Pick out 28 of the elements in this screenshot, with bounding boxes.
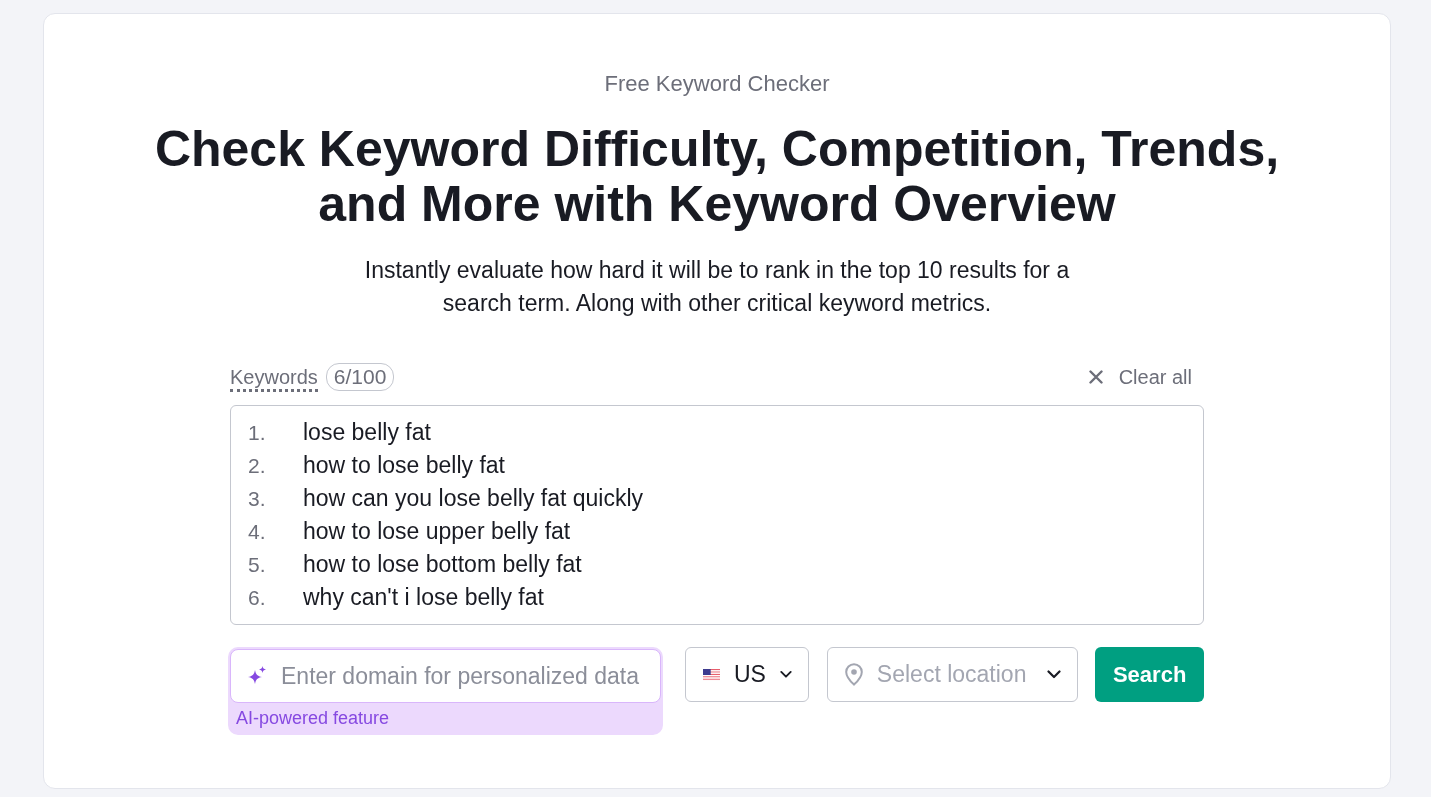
keyword-line: how to lose upper belly fat (303, 518, 571, 545)
keyword-line: lose belly fat (303, 419, 431, 446)
close-icon (1088, 370, 1103, 384)
country-select[interactable]: US (684, 647, 809, 702)
ai-feature-note: AI-powered feature (235, 707, 391, 730)
us-flag-icon (702, 667, 720, 682)
line-number: 1. (248, 420, 267, 445)
domain-input-field[interactable]: Enter domain for personalized data (230, 649, 661, 703)
keywords-textarea[interactable]: 1. lose belly fat 2. how to lose belly fat 3. how can you lose belly fat quickly 4. how to lose upper belly fat 5. how to lose bottom belly fat 6. why can't i lose belly fat (230, 405, 1204, 625)
keyword-line: why can't i lose belly fat (303, 584, 544, 611)
line-number: 5. (248, 552, 267, 577)
keyword-count: 6/100 (325, 363, 395, 391)
chevron-down-icon (1047, 670, 1062, 679)
page-title: Check Keyword Difficulty, Competition, Trends, and More with Keyword Overview (153, 122, 1281, 232)
search-button[interactable]: Search (1095, 647, 1204, 702)
location-pin-icon (844, 663, 863, 686)
line-number: 4. (248, 519, 267, 544)
chevron-down-icon (779, 670, 792, 679)
line-number: 2. (248, 453, 267, 478)
line-number: 3. (248, 486, 267, 511)
line-number: 6. (248, 585, 267, 610)
keyword-line: how can you lose belly fat quickly (303, 485, 644, 512)
clear-all-button[interactable]: Clear all (1088, 365, 1204, 389)
keyword-line: how to lose bottom belly fat (303, 551, 582, 578)
keywords-label: Keywords (230, 366, 318, 392)
keyword-line: how to lose belly fat (303, 452, 505, 479)
eyebrow-text: Free Keyword Checker (604, 71, 830, 97)
page-subtitle: Instantly evaluate how hard it will be to rank in the top 10 results for a search term. Along with other critical keyword metrics. (363, 256, 1071, 318)
